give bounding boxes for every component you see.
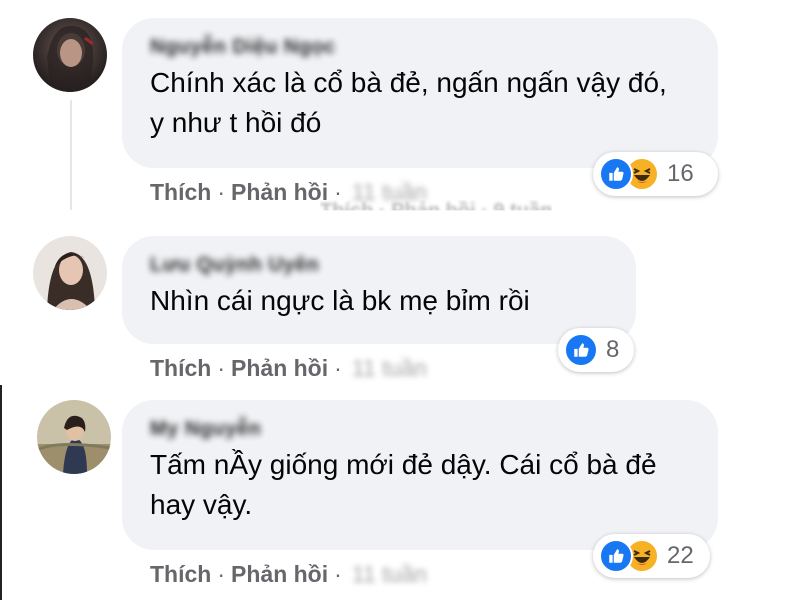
separator: ·: [217, 355, 226, 382]
comment-timestamp[interactable]: 11 tuần: [352, 561, 427, 588]
comment-timestamp[interactable]: 11 tuần: [352, 355, 427, 382]
separator: ·: [217, 561, 226, 588]
screenshot-edge-line: [0, 385, 2, 600]
comment-timestamp[interactable]: 11 tuần: [352, 179, 427, 206]
like-icon: [564, 333, 598, 367]
comment-author[interactable]: Lưu Quỳnh Uyên: [150, 254, 608, 277]
like-icon: [599, 157, 633, 191]
comment-text: Chính xác là cổ bà đẻ, ngấn ngấn vậy đó,…: [150, 67, 667, 138]
avatar[interactable]: [33, 18, 107, 92]
comment-actions: Thích · Phản hồi · 11 tuần: [150, 354, 427, 382]
comment-bubble: Nguyễn Diệu Ngọc Chính xác là cổ bà đẻ, …: [122, 18, 718, 168]
comment-bubble: Lưu Quỳnh Uyên Nhìn cái ngực là bk mẹ bỉ…: [122, 236, 636, 344]
separator: ·: [334, 561, 342, 588]
reply-action[interactable]: Phản hồi: [231, 561, 328, 588]
avatar[interactable]: [37, 400, 111, 474]
comment-actions: Thích · Phản hồi · 11 tuần: [150, 560, 427, 588]
comment-actions: Thích · Phản hồi · 11 tuần: [150, 178, 427, 206]
comment-bubble: My Nguyễn Tấm nẦy giống mới đẻ dậy. Cái …: [122, 400, 718, 550]
reactions-summary[interactable]: 22: [593, 534, 710, 578]
separator: ·: [334, 355, 342, 382]
like-action[interactable]: Thích: [150, 561, 211, 588]
reaction-count: 22: [667, 542, 694, 569]
avatar[interactable]: [33, 236, 107, 310]
comment-author[interactable]: Nguyễn Diệu Ngọc: [150, 36, 690, 59]
reactions-summary[interactable]: 8: [558, 328, 634, 372]
separator: ·: [334, 179, 342, 206]
comment-text: Nhìn cái ngực là bk mẹ bỉm rồi: [150, 285, 530, 316]
comment-text: Tấm nẦy giống mới đẻ dậy. Cái cổ bà đẻ h…: [150, 449, 657, 520]
comment-author[interactable]: My Nguyễn: [150, 418, 690, 441]
reply-action[interactable]: Phản hồi: [231, 355, 328, 382]
separator: ·: [217, 179, 226, 206]
reply-action[interactable]: Phản hồi: [231, 179, 328, 206]
reactions-summary[interactable]: 16: [593, 152, 718, 196]
like-action[interactable]: Thích: [150, 355, 211, 382]
like-action[interactable]: Thích: [150, 179, 211, 206]
like-icon: [599, 539, 633, 573]
thread-connector-line: [70, 100, 72, 210]
reaction-count: 8: [606, 336, 620, 363]
reaction-count: 16: [667, 160, 694, 187]
